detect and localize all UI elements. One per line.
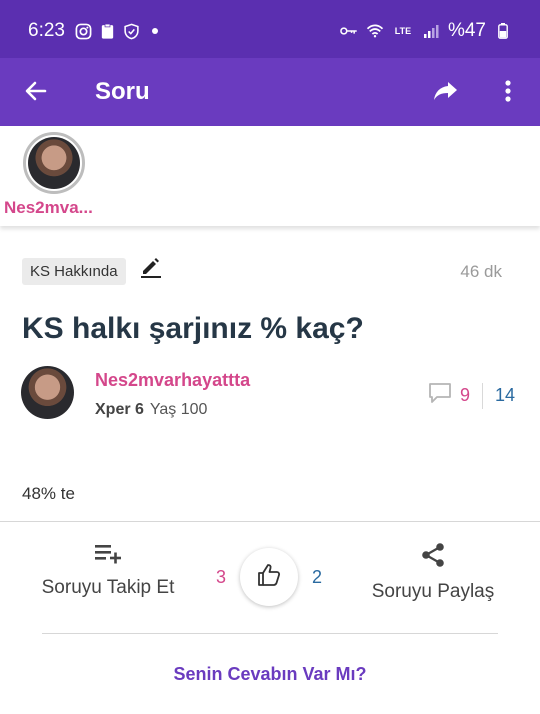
lte-icon: LTE — [394, 26, 412, 36]
status-time: 6:23 — [28, 20, 65, 41]
wifi-icon — [366, 22, 384, 40]
more-vert-icon — [505, 79, 511, 107]
strip-username[interactable]: Nes2mva... — [4, 198, 93, 218]
share-nodes-icon — [420, 543, 446, 572]
follow-question-button[interactable]: Soruyu Takip Et — [38, 542, 178, 599]
battery-percent: %47 — [447, 20, 486, 41]
answer-count: 14 — [495, 385, 516, 405]
counts-divider — [482, 382, 484, 409]
signal-icon — [422, 22, 440, 40]
author-name[interactable]: Nes2mvarhayattta — [95, 370, 250, 391]
strip-avatar[interactable] — [23, 132, 85, 194]
share-icon — [433, 80, 459, 107]
share-button[interactable] — [428, 75, 464, 111]
more-options-button[interactable] — [494, 75, 522, 111]
author-meta: Xper 6 Yaş 100 — [95, 401, 207, 419]
question-actions: Soruyu Takip Et 3 2 Soruyu Paylaş — [0, 522, 540, 632]
dot-icon — [146, 22, 164, 40]
instagram-icon — [74, 22, 92, 40]
comment-icon — [428, 382, 452, 409]
back-button[interactable] — [18, 75, 54, 111]
share-question-label: Soruyu Paylaş — [371, 581, 495, 602]
shield-icon — [122, 22, 140, 40]
back-arrow-icon — [24, 79, 48, 108]
status-bar: 6:23 LTE %47 — [0, 0, 540, 58]
question-title: KS halkı şarjınız % kaç? — [22, 312, 364, 345]
question-counts: 9 14 — [428, 382, 515, 409]
divider — [42, 633, 498, 634]
comment-count: 9 — [460, 385, 471, 405]
share-question-button[interactable]: Soruyu Paylaş — [368, 542, 498, 603]
like-button[interactable] — [240, 548, 299, 606]
author-xp: Xper 6 — [95, 401, 144, 418]
question-body: 48% te — [22, 484, 75, 503]
author-avatar[interactable] — [21, 366, 74, 419]
app-bar: Soru — [0, 58, 540, 126]
status-system-icons: LTE %47 — [340, 20, 512, 42]
key-icon — [340, 22, 358, 40]
battery-icon — [494, 22, 512, 40]
answer-cta-button[interactable]: Senin Cevabın Var Mı? — [0, 664, 540, 685]
page-title: Soru — [95, 78, 150, 105]
playlist-add-icon — [93, 545, 123, 568]
thumb-up-icon — [256, 562, 282, 593]
follow-question-label: Soruyu Takip Et — [41, 577, 175, 598]
pencil-icon[interactable] — [140, 256, 162, 278]
followers-strip: Nes2mva... — [0, 126, 540, 226]
like-count-left: 3 — [216, 566, 227, 587]
clipboard-icon — [98, 22, 116, 40]
vote-group: 3 2 — [216, 548, 322, 606]
author-age: Yaş 100 — [149, 401, 208, 418]
time-ago: 46 dk — [460, 262, 502, 281]
status-notification-icons — [74, 22, 164, 40]
category-chip[interactable]: KS Hakkında — [22, 258, 126, 285]
like-count-right: 2 — [312, 566, 323, 587]
